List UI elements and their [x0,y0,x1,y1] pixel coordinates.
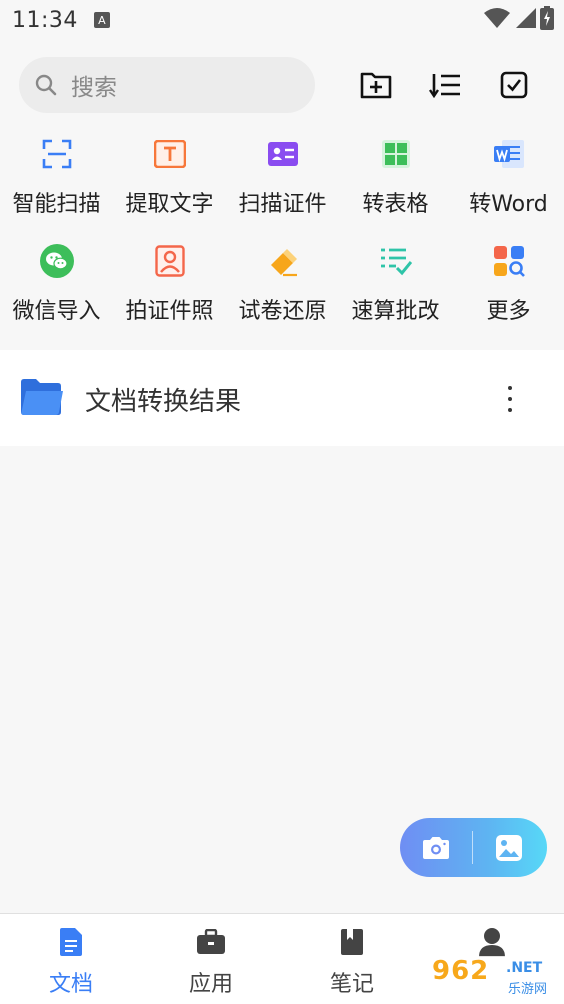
tool-to-word[interactable]: 转Word [452,136,564,236]
wifi-icon [484,8,510,28]
tool-paper-restore[interactable]: 试卷还原 [226,243,339,343]
new-folder-button[interactable] [359,68,393,102]
battery-icon [540,6,554,30]
gallery-icon [496,835,522,861]
tool-quick-grading[interactable]: 速算批改 [339,243,452,343]
nav-profile[interactable] [442,926,542,958]
new-folder-icon [360,72,392,99]
tool-label: 试卷还原 [238,299,327,324]
camera-button[interactable] [420,832,452,864]
tool-label: 转Word [469,192,548,217]
portrait-icon [152,243,188,279]
capture-fab [400,818,547,877]
folder-title: 文档转换结果 [85,387,242,417]
tool-id-photo[interactable]: 拍证件照 [113,243,226,343]
table-icon [378,136,414,172]
nav-label: 应用 [188,972,233,997]
gallery-button[interactable] [493,832,525,864]
briefcase-icon [196,926,226,958]
tool-smart-scan[interactable]: 智能扫描 [0,136,113,236]
watermark-net: .NET [506,960,543,976]
multi-select-button[interactable] [497,68,531,102]
status-indicators [484,6,554,30]
tool-more[interactable]: 更多 [452,243,564,343]
search-icon [35,74,57,96]
sort-button[interactable] [428,68,462,102]
text-extract-icon [152,136,188,172]
folder-more-button[interactable] [500,386,520,412]
folder-item[interactable]: 文档转换结果 [0,350,564,446]
checkbox-icon [500,71,528,99]
watermark-logo: 962 .NET 乐游网 [428,956,558,998]
camera-icon [423,837,449,859]
tool-to-table[interactable]: 转表格 [339,136,452,236]
wechat-icon [39,243,75,279]
document-icon [56,926,86,958]
word-icon [491,136,527,172]
nav-label: 文档 [48,972,93,997]
nav-label: 笔记 [329,972,374,997]
eraser-icon [265,243,301,279]
tool-label: 提取文字 [125,192,214,217]
notebook-icon [337,926,367,958]
tool-scan-id[interactable]: 扫描证件 [226,136,339,236]
notification-icon: A [93,12,110,28]
tool-label: 扫描证件 [238,192,327,217]
tool-label: 转表格 [362,192,429,217]
tool-label: 微信导入 [12,299,101,324]
status-time: 11:34 [12,7,78,33]
tool-label: 速算批改 [351,299,440,324]
person-icon [477,926,507,958]
checklist-icon [378,243,414,279]
tool-label: 拍证件照 [125,299,214,324]
more-vertical-icon [508,386,512,390]
folder-icon [21,379,63,415]
more-apps-icon [491,243,527,279]
tool-extract-text[interactable]: 提取文字 [113,136,226,236]
signal-icon [516,8,536,28]
tool-label: 智能扫描 [12,192,101,217]
search-placeholder: 搜索 [71,75,117,101]
id-card-icon [265,136,301,172]
scan-frame-icon [39,136,75,172]
status-bar: 11:34 A [0,0,564,40]
tool-wechat-import[interactable]: 微信导入 [0,243,113,343]
fab-divider [472,831,473,864]
nav-apps[interactable]: 应用 [161,926,261,998]
watermark-sub: 乐游网 [508,982,548,997]
sort-icon [429,74,460,98]
tool-label: 更多 [486,299,531,324]
nav-notes[interactable]: 笔记 [302,926,402,998]
watermark-number: 962 [432,956,490,986]
nav-documents[interactable]: 文档 [21,926,121,998]
search-input[interactable]: 搜索 [19,57,315,113]
